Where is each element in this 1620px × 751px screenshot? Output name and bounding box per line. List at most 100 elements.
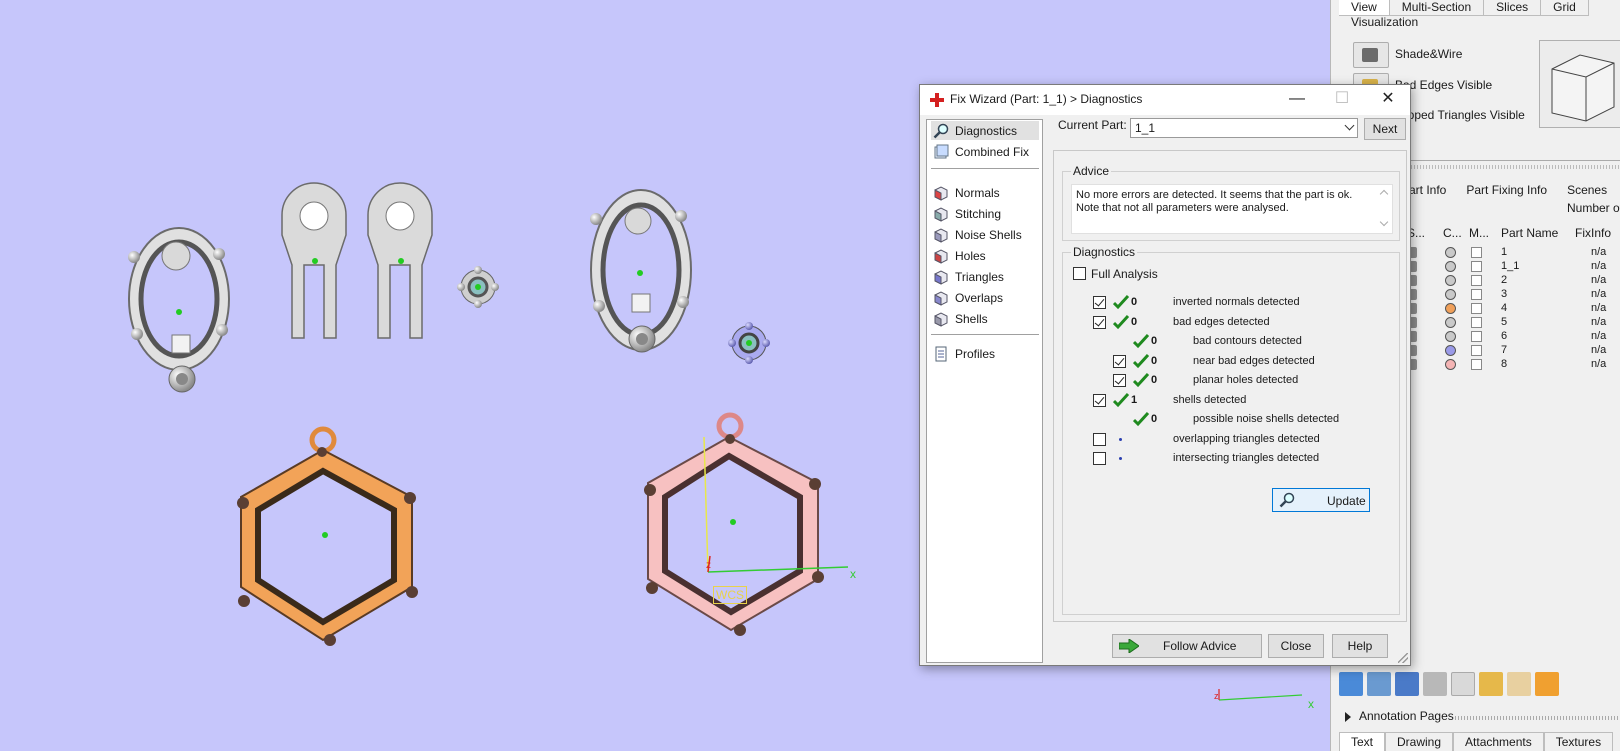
- close-button[interactable]: Close: [1268, 634, 1324, 658]
- color-swatch[interactable]: [1445, 345, 1456, 356]
- nav-overlaps[interactable]: Overlaps: [931, 288, 1039, 307]
- col-part-name[interactable]: Part Name: [1501, 226, 1558, 240]
- current-part-select[interactable]: 1_1: [1130, 118, 1358, 138]
- tab-view[interactable]: View: [1339, 0, 1390, 16]
- col-c[interactable]: C...: [1443, 226, 1462, 240]
- delete-part-icon[interactable]: [1451, 672, 1475, 696]
- number-of-label: Number of: [1567, 201, 1620, 215]
- update-button[interactable]: Update: [1272, 488, 1370, 512]
- panel-separator[interactable]: [1399, 160, 1620, 172]
- part-small-setting-blue: [728, 322, 770, 364]
- tab-textures[interactable]: Textures: [1543, 732, 1614, 751]
- nav-label: Triangles: [955, 270, 1004, 284]
- part-oval-setting-1: [128, 227, 230, 393]
- diagnostic-row: overlapping triangles detected: [1063, 432, 1383, 450]
- full-analysis-checkbox[interactable]: [1073, 267, 1086, 280]
- col-fixinfo[interactable]: FixInfo: [1575, 226, 1611, 240]
- table-row[interactable]: 5 n/a: [1391, 316, 1620, 330]
- diagnostic-checkbox[interactable]: [1093, 393, 1106, 407]
- table-row[interactable]: 1_1 n/a: [1391, 260, 1620, 274]
- diagnostic-checkbox[interactable]: [1113, 374, 1126, 387]
- table-row[interactable]: 6 n/a: [1391, 330, 1620, 344]
- minimize-button[interactable]: —: [1277, 88, 1317, 112]
- color-swatch[interactable]: [1445, 289, 1456, 300]
- tab-scenes[interactable]: Scenes: [1557, 183, 1617, 197]
- diagnostic-label: overlapping triangles detected: [1173, 432, 1320, 445]
- nav-profiles[interactable]: Profiles: [931, 344, 1039, 363]
- notes-icon[interactable]: [1507, 672, 1531, 696]
- follow-advice-button[interactable]: Follow Advice: [1112, 634, 1262, 658]
- normals-icon: [934, 186, 948, 201]
- color-swatch[interactable]: [1445, 275, 1456, 286]
- resize-grip[interactable]: [1398, 653, 1408, 663]
- color-swatch[interactable]: [1445, 317, 1456, 328]
- mini-z-label: z: [1214, 691, 1219, 701]
- table-row[interactable]: 2 n/a: [1391, 274, 1620, 288]
- magnifier-icon: [933, 123, 949, 139]
- select-parts-icon[interactable]: [1339, 672, 1363, 696]
- nav-label: Holes: [955, 249, 986, 263]
- part-name: 4: [1501, 302, 1508, 314]
- checkmark-icon: [1113, 314, 1129, 329]
- nav-triangles[interactable]: Triangles: [931, 267, 1039, 286]
- color-swatch[interactable]: [1445, 261, 1456, 272]
- diagnostics-panel: Advice No more errors are detected. It s…: [1053, 150, 1407, 622]
- invert-selection-icon[interactable]: [1367, 672, 1391, 696]
- diagnostic-count: 0: [1131, 315, 1138, 328]
- tab-drawing[interactable]: Drawing: [1385, 732, 1454, 751]
- diagnostic-row: 0 near bad edges detected: [1063, 353, 1383, 372]
- part-hexagon-orange: [237, 426, 418, 646]
- dialog-title-bar[interactable]: Fix Wizard (Part: 1_1) > Diagnostics — ☐…: [920, 85, 1410, 115]
- diagnostic-checkbox[interactable]: [1093, 315, 1106, 329]
- table-row[interactable]: 4 n/a: [1391, 302, 1620, 316]
- part-toolbar: [1339, 672, 1620, 698]
- col-m[interactable]: M...: [1469, 226, 1489, 240]
- diagnostic-row: 0 inverted normals detected: [1063, 294, 1383, 313]
- scroll-up-icon: [1379, 189, 1389, 199]
- tab-text[interactable]: Text: [1339, 732, 1386, 751]
- table-row[interactable]: 7 n/a: [1391, 344, 1620, 358]
- nav-stitching[interactable]: Stitching: [931, 204, 1039, 223]
- label-icon[interactable]: [1535, 672, 1559, 696]
- nav-holes[interactable]: Holes: [931, 246, 1039, 265]
- nav-noise-shells[interactable]: Noise Shells: [931, 225, 1039, 244]
- tab-grid[interactable]: Grid: [1541, 0, 1589, 16]
- table-row[interactable]: 3 n/a: [1391, 288, 1620, 302]
- diagnostic-checkbox[interactable]: [1113, 354, 1126, 368]
- overlaps-icon: [934, 291, 948, 306]
- nav-normals[interactable]: Normals: [931, 183, 1039, 202]
- maximize-button[interactable]: ☐: [1322, 88, 1362, 112]
- next-button[interactable]: Next: [1364, 118, 1406, 140]
- color-swatch[interactable]: [1445, 303, 1456, 314]
- annotation-pages-toggle[interactable]: Annotation Pages: [1345, 709, 1454, 723]
- table-row[interactable]: 8 n/a: [1391, 358, 1620, 372]
- table-row[interactable]: 1 n/a: [1391, 246, 1620, 260]
- nav-combined-fix[interactable]: Combined Fix: [931, 142, 1039, 161]
- shade-wire-button[interactable]: [1353, 42, 1389, 68]
- diagnostic-checkbox[interactable]: [1093, 296, 1106, 309]
- nav-label: Stitching: [955, 207, 1002, 221]
- material-icon: [1471, 317, 1482, 328]
- tab-attachments[interactable]: Attachments: [1453, 732, 1544, 751]
- color-swatch[interactable]: [1445, 331, 1456, 342]
- nav-shells[interactable]: Shells: [931, 309, 1039, 328]
- advice-scrollbar[interactable]: [1378, 185, 1392, 233]
- wireframe-icon[interactable]: [1423, 672, 1447, 696]
- color-swatch[interactable]: [1445, 247, 1456, 258]
- pending-dot-icon: [1119, 457, 1122, 460]
- help-button[interactable]: Help: [1332, 634, 1388, 658]
- color-swatch[interactable]: [1445, 359, 1456, 370]
- tab-part-fixing-info[interactable]: Part Fixing Info: [1456, 183, 1557, 197]
- view-cube[interactable]: [1539, 40, 1620, 128]
- close-window-button[interactable]: ✕: [1368, 88, 1408, 112]
- color-part-icon[interactable]: [1479, 672, 1503, 696]
- diagnostic-checkbox[interactable]: [1093, 452, 1106, 465]
- tab-slices[interactable]: Slices: [1484, 0, 1542, 16]
- nav-diagnostics[interactable]: Diagnostics: [931, 121, 1039, 140]
- chevron-down-icon: [1344, 120, 1355, 131]
- part-fixinfo: n/a: [1591, 358, 1607, 370]
- tab-multi-section[interactable]: Multi-Section: [1389, 0, 1485, 16]
- diagnostic-label: bad contours detected: [1193, 335, 1302, 347]
- group-parts-icon[interactable]: [1395, 672, 1419, 696]
- diagnostic-checkbox[interactable]: [1093, 432, 1106, 446]
